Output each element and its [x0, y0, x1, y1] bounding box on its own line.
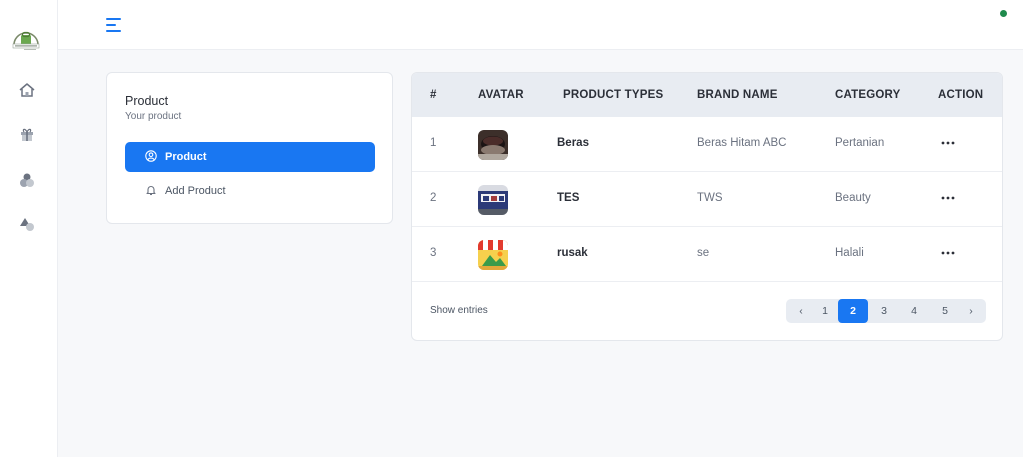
gift-icon[interactable] — [17, 124, 37, 144]
store-image — [478, 240, 508, 270]
column-header-brand-name[interactable]: BRAND NAME — [697, 89, 778, 101]
column-header-number: # — [430, 89, 437, 101]
product-type-cell: rusak — [557, 247, 588, 259]
more-icon[interactable] — [938, 245, 958, 261]
product-table-card: # AVATAR PRODUCT TYPES BRAND NAME CATEGO… — [411, 72, 1003, 341]
product-nav-item[interactable]: Product — [125, 142, 375, 172]
brand-name-cell: TWS — [697, 192, 723, 204]
brand-name-cell: se — [697, 247, 710, 259]
category-cell: Beauty — [835, 192, 871, 204]
product-type-cell: Beras — [557, 137, 589, 149]
online-status-dot — [1000, 10, 1007, 17]
column-header-action: ACTION — [938, 89, 984, 101]
category-cell: Pertanian — [835, 137, 885, 149]
page-button-3[interactable]: 3 — [869, 299, 899, 323]
more-icon[interactable] — [938, 135, 958, 151]
add-product-nav-item[interactable]: Add Product — [125, 177, 375, 205]
user-group-icon[interactable] — [17, 170, 37, 190]
page-button-1[interactable]: 1 — [810, 299, 840, 323]
pagination-next-button[interactable]: › — [956, 299, 986, 323]
hamburger-menu-icon[interactable] — [106, 17, 124, 33]
page-button-4[interactable]: 4 — [899, 299, 929, 323]
page-button-2-active[interactable]: 2 — [838, 299, 868, 323]
home-icon[interactable] — [17, 80, 37, 100]
show-entries-label: Show entries — [430, 305, 488, 316]
column-header-product-types[interactable]: PRODUCT TYPES — [563, 89, 663, 101]
shapes-icon[interactable] — [17, 214, 37, 234]
rice-bowl-image — [478, 130, 508, 160]
table-row: 2 TES TWS Beauty — [412, 172, 1002, 227]
product-menu-subtitle: Your product — [125, 111, 182, 122]
row-number: 1 — [430, 137, 437, 149]
product-photo-image — [478, 185, 508, 215]
column-header-category[interactable]: CATEGORY — [835, 89, 901, 101]
bell-icon — [145, 184, 157, 199]
pagination: ‹ 1 2 3 4 5 › — [786, 299, 986, 323]
table-row: 3 rusak se Halali — [412, 227, 1002, 282]
user-circle-icon — [145, 149, 157, 165]
store-logo-icon[interactable] — [10, 24, 42, 56]
row-number: 2 — [430, 192, 437, 204]
product-nav-label: Product — [165, 151, 207, 163]
column-header-avatar: AVATAR — [478, 89, 524, 101]
product-menu-card: Product Your product Product Add Product — [106, 72, 393, 224]
sidebar — [0, 0, 58, 457]
topbar — [58, 0, 1023, 50]
add-product-nav-label: Add Product — [165, 185, 226, 197]
category-cell: Halali — [835, 247, 864, 259]
table-header: # AVATAR PRODUCT TYPES BRAND NAME CATEGO… — [412, 73, 1002, 117]
product-menu-title: Product — [125, 94, 169, 108]
row-number: 3 — [430, 247, 437, 259]
product-type-cell: TES — [557, 192, 580, 204]
table-row: 1 Beras Beras Hitam ABC Pertanian — [412, 117, 1002, 172]
brand-name-cell: Beras Hitam ABC — [697, 137, 787, 149]
more-icon[interactable] — [938, 190, 958, 206]
